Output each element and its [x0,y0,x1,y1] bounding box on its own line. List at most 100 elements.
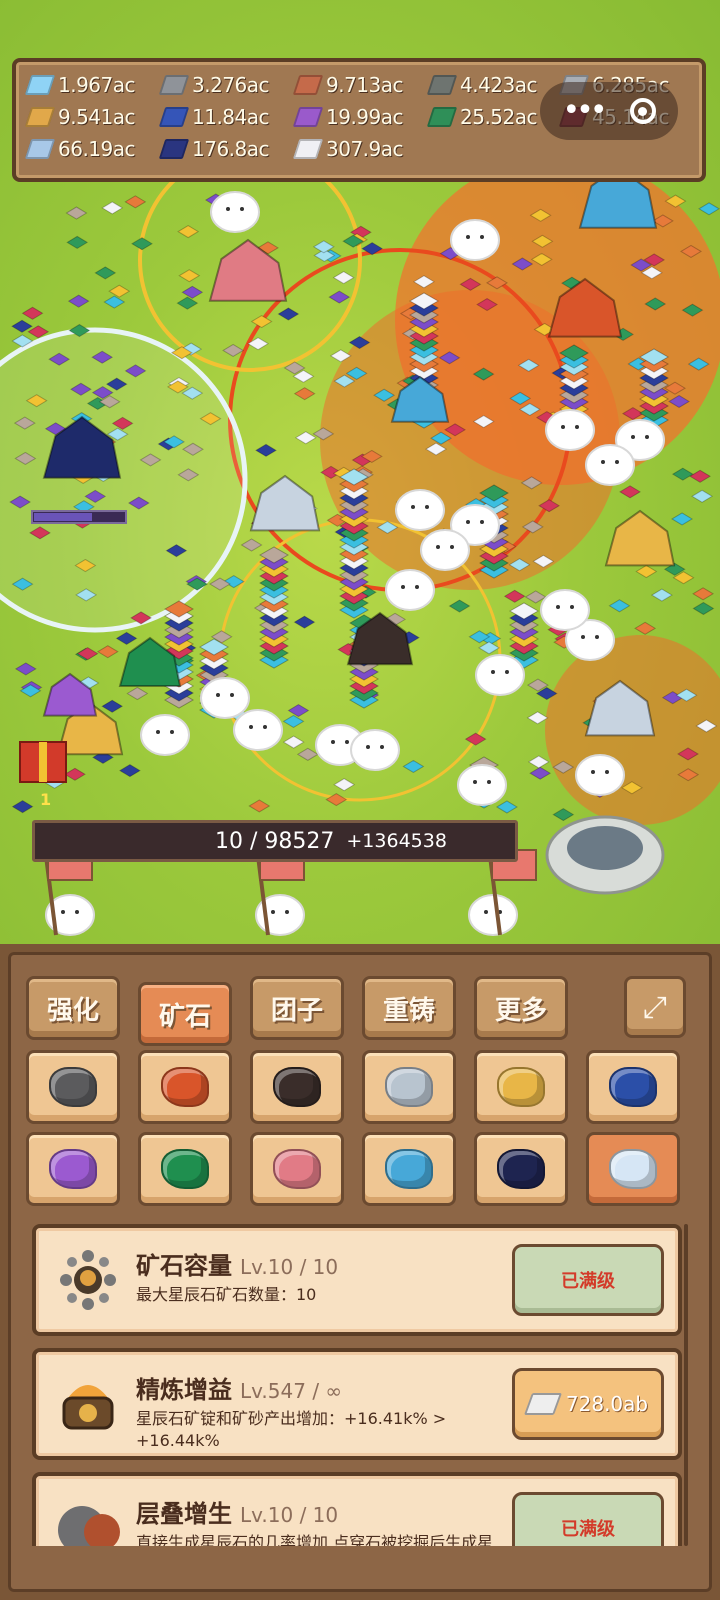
gem-tile [698,202,720,216]
dango-eye [491,670,495,674]
dango-eye [484,910,488,914]
gem-tile [240,538,263,552]
ore-select-aqua-crystal-ore[interactable] [362,1132,456,1206]
upgrade-buy-button[interactable]: 728.0ab [512,1368,664,1440]
dango-eye [466,235,470,239]
copper-ore-icon [161,1067,209,1107]
resource-counter: 66.19ac [24,136,136,162]
dango-eye [263,725,267,729]
resource-value: 19.99ac [326,105,404,129]
resource-icon [158,139,190,159]
upgrade-level: Lv.10 / 10 [240,1503,339,1527]
gem-tile [277,307,300,321]
tab-enhance[interactable]: 强化 [26,976,120,1040]
ore-select-obsidian-ore[interactable] [474,1132,568,1206]
gem-tile [118,763,141,778]
max-level-button[interactable]: 已满级 [512,1244,664,1316]
gem-tile [293,387,316,401]
obsidian-ore-icon [497,1149,545,1189]
ore-select-diamond-ore[interactable] [586,1132,680,1206]
dango-eye [631,435,635,439]
upgrade-card-capacity: 矿石容量 Lv.10 / 10 最大星辰石矿石数量：10 已满级 [32,1224,682,1336]
ore-select-coal-ore[interactable] [250,1050,344,1124]
target-icon[interactable] [629,98,656,124]
upgrade-desc: 星辰石矿锭和矿砂产出增加：+16.41k% > +16.44k% [136,1409,447,1450]
dango-body [210,191,260,233]
sapphire-ore-icon [609,1067,657,1107]
gem-tile [635,564,658,579]
resource-counter: 11.84ac [158,104,270,130]
gem-tile [14,662,37,676]
resource-icon [426,75,458,95]
dango-eye [480,520,484,524]
mini-program-capsule[interactable]: ••• [540,82,678,140]
resource-value: 25.52ac [460,105,538,129]
gem-tile [11,800,34,814]
tab-recast[interactable]: 重铸 [362,976,456,1040]
dango-body [585,444,635,486]
resource-value: 176.8ac [192,137,270,161]
ore-select-copper-ore[interactable] [138,1050,232,1124]
tab-dango[interactable]: 团子 [250,976,344,1040]
resource-icon [24,107,56,127]
dango-body [200,677,250,719]
ore-select-silver-ore[interactable] [362,1050,456,1124]
ore-select-emerald-ore[interactable] [138,1132,232,1206]
gem-tile [448,599,471,613]
gem-tile [124,195,147,209]
resource-icon [292,107,324,127]
gem-tile [103,295,126,309]
gem-tile [126,686,149,701]
silver-ingot-icon [523,1393,562,1415]
max-level-button[interactable]: 已满级 [512,1492,664,1546]
gem-tile [691,489,714,503]
ore-count: 10 / 98527 [215,828,335,854]
gem-tile [115,631,138,645]
gem-tile [176,296,199,310]
tab-ore[interactable]: 矿石 [138,982,232,1046]
dango-eye [285,910,289,914]
gem-tile [178,269,201,283]
dango-eye [216,693,220,697]
ore-select-gold-ore[interactable] [474,1050,568,1124]
upgrade-level: Lv.10 / 10 [240,1255,339,1279]
rose-quartz-ore-icon [273,1149,321,1189]
dango-eye [595,635,599,639]
ore-select-rose-quartz-ore[interactable] [250,1132,344,1206]
dango-body [395,489,445,531]
dango-eye [380,745,384,749]
stacked-ore-icon [58,1506,120,1546]
gem-tile [529,766,552,780]
dango-eye [411,505,415,509]
gem-tile [65,206,88,220]
gem-tile [464,732,487,746]
dango-body [457,764,507,806]
dango-body [468,894,518,936]
gem-tile [101,699,124,713]
tab-more[interactable]: 更多 [474,976,568,1040]
more-dots-icon[interactable]: ••• [562,96,607,126]
gem-tile [222,343,245,358]
diamond-ore-icon [609,1149,657,1189]
dango-eye [331,740,335,744]
expand-button[interactable]: ⤢ [624,976,686,1038]
gem-tile [250,314,273,329]
dango-eye [61,910,65,914]
resource-counter: 19.99ac [292,104,404,130]
game-field[interactable]: 1.967ac3.276ac9.713ac4.423ac6.285ac9.541… [0,0,720,965]
ore-select-sapphire-ore[interactable] [586,1050,680,1124]
dango-eye [556,605,560,609]
gem-tile [495,800,518,814]
dango-eye [249,725,253,729]
gem-tile [503,589,526,603]
gem-tile [689,469,712,483]
upgrade-list[interactable]: 矿石容量 Lv.10 / 10 最大星辰石矿石数量：10 已满级 精炼增益 Lv.5… [32,1224,682,1546]
ore-count-bar: 10 / 98527 +1364538 [32,820,518,862]
gem-tile [328,290,351,304]
ore-select-amethyst-ore[interactable] [26,1132,120,1206]
gift-count: 1 [40,790,52,809]
resource-counter: 4.423ac [426,72,538,98]
ore-select-stone-ore[interactable] [26,1050,120,1124]
list-scrollbar[interactable] [684,1224,688,1546]
dango-body [420,529,470,571]
